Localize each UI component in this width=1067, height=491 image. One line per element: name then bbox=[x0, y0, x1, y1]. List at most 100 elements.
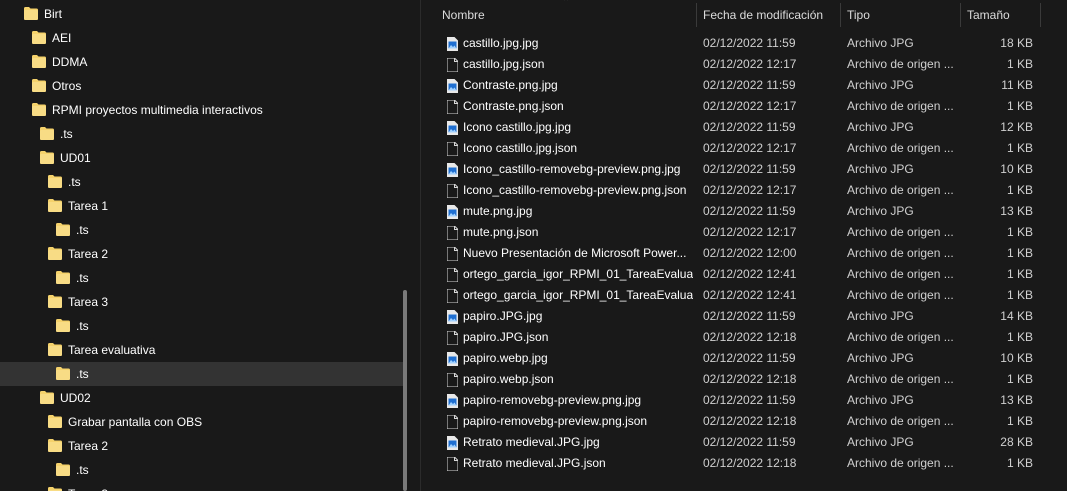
folder-icon bbox=[40, 151, 54, 164]
json-file-icon bbox=[446, 225, 459, 241]
folder-icon bbox=[56, 463, 70, 476]
file-row[interactable]: Retrato medieval.JPG.json 02/12/2022 12:1… bbox=[421, 453, 1067, 474]
tree-item[interactable]: Tarea 2 bbox=[0, 242, 404, 266]
tree-item[interactable]: UD02 bbox=[0, 386, 404, 410]
folder-icon bbox=[48, 175, 62, 188]
tree-item[interactable]: .ts bbox=[0, 170, 404, 194]
column-header-date-label: Fecha de modificación bbox=[703, 8, 824, 22]
file-name: mute.png.jpg bbox=[463, 204, 533, 218]
file-date: 02/12/2022 12:17 bbox=[703, 141, 797, 155]
file-row[interactable]: castillo.jpg.jpg 02/12/2022 11:59 Archivo … bbox=[421, 33, 1067, 54]
file-name: Icono castillo.jpg.jpg bbox=[463, 120, 572, 134]
file-size: 13 KB bbox=[1000, 204, 1033, 218]
file-row[interactable]: papiro.JPG.jpg 02/12/2022 11:59 Archivo JP… bbox=[421, 306, 1067, 327]
column-header-name[interactable]: Nombre bbox=[442, 0, 694, 30]
column-separator[interactable] bbox=[840, 3, 841, 27]
file-size: 1 KB bbox=[1006, 57, 1033, 71]
tree-item[interactable]: .ts bbox=[0, 266, 404, 290]
tree-item-label: .ts bbox=[68, 175, 81, 189]
file-type: Archivo de origen ... bbox=[847, 456, 954, 470]
file-row[interactable]: Icono castillo.jpg.json 02/12/2022 12:17 A… bbox=[421, 138, 1067, 159]
tree-item[interactable]: Grabar pantalla con OBS bbox=[0, 410, 404, 434]
file-row[interactable]: ortego_garcia_igor_RPMI_01_TareaEvalua..… bbox=[421, 285, 1067, 306]
column-header-size[interactable]: Tamaño bbox=[967, 0, 1037, 30]
image-file-icon bbox=[447, 121, 458, 135]
tree-item-label: DDMA bbox=[52, 55, 88, 69]
file-name: mute.png.json bbox=[463, 225, 539, 239]
tree-item-label: .ts bbox=[76, 319, 89, 333]
image-file-icon bbox=[447, 205, 458, 219]
file-type: Archivo de origen ... bbox=[847, 246, 954, 260]
file-row[interactable]: ortego_garcia_igor_RPMI_01_TareaEvalua..… bbox=[421, 264, 1067, 285]
file-name: papiro.webp.jpg bbox=[463, 351, 548, 365]
tree-item[interactable]: Birt bbox=[0, 2, 404, 26]
tree-item[interactable]: Otros bbox=[0, 74, 404, 98]
file-name: Icono_castillo-removebg-preview.png.json bbox=[463, 183, 687, 197]
file-date: 02/12/2022 11:59 bbox=[703, 78, 796, 92]
tree-item[interactable]: AEI bbox=[0, 26, 404, 50]
column-separator[interactable] bbox=[696, 3, 697, 27]
tree-item[interactable]: .ts bbox=[0, 362, 404, 386]
tree-item[interactable]: .ts bbox=[0, 314, 404, 338]
tree-item[interactable]: UD01 bbox=[0, 146, 404, 170]
tree-item[interactable]: Tarea 2 bbox=[0, 434, 404, 458]
file-row[interactable]: papiro-removebg-preview.png.jpg 02/12/202… bbox=[421, 390, 1067, 411]
file-date: 02/12/2022 12:41 bbox=[703, 288, 797, 302]
folder-icon bbox=[48, 295, 62, 308]
file-size: 1 KB bbox=[1006, 414, 1033, 428]
folder-icon bbox=[48, 247, 62, 260]
file-row[interactable]: mute.png.jpg 02/12/2022 11:59 Archivo JPG 1… bbox=[421, 201, 1067, 222]
file-date: 02/12/2022 12:17 bbox=[703, 183, 797, 197]
navigation-pane: Birt AEI DDMA Otros RPMI proyectos multimedi… bbox=[0, 0, 420, 491]
file-row[interactable]: Nuevo Presentación de Microsoft Power...… bbox=[421, 243, 1067, 264]
tree-item-label: Tarea 2 bbox=[68, 247, 109, 261]
tree-item[interactable]: Tarea 3 bbox=[0, 482, 404, 491]
file-row[interactable]: Icono castillo.jpg.jpg 02/12/2022 11:59 Ar… bbox=[421, 117, 1067, 138]
json-file-icon bbox=[446, 330, 459, 346]
file-row[interactable]: Icono_castillo-removebg-preview.png.jpg 0… bbox=[421, 159, 1067, 180]
file-row[interactable]: Contraste.png.json 02/12/2022 12:17 Archiv… bbox=[421, 96, 1067, 117]
tree-item[interactable]: Tarea evaluativa bbox=[0, 338, 404, 362]
tree-item-label: .ts bbox=[60, 127, 73, 141]
file-row[interactable]: papiro.webp.jpg 02/12/2022 11:59 Archivo J… bbox=[421, 348, 1067, 369]
tree-item[interactable]: Tarea 3 bbox=[0, 290, 404, 314]
tree-item[interactable]: RPMI proyectos multimedia interactivos bbox=[0, 98, 404, 122]
file-row[interactable]: mute.png.json 02/12/2022 12:17 Archivo de … bbox=[421, 222, 1067, 243]
image-file-icon bbox=[447, 79, 458, 93]
file-date: 02/12/2022 12:00 bbox=[703, 246, 797, 260]
file-name: Contraste.png.jpg bbox=[463, 78, 558, 92]
file-row[interactable]: Icono_castillo-removebg-preview.png.json… bbox=[421, 180, 1067, 201]
column-header-date[interactable]: Fecha de modificación bbox=[703, 0, 841, 30]
tree-item[interactable]: DDMA bbox=[0, 50, 404, 74]
file-date: 02/12/2022 12:17 bbox=[703, 225, 797, 239]
column-header-type[interactable]: Tipo bbox=[847, 0, 957, 30]
tree-item[interactable]: Tarea 1 bbox=[0, 194, 404, 218]
file-size: 1 KB bbox=[1006, 330, 1033, 344]
column-separator[interactable] bbox=[1040, 3, 1041, 27]
file-row[interactable]: papiro.JPG.json 02/12/2022 12:18 Archivo d… bbox=[421, 327, 1067, 348]
column-separator[interactable] bbox=[960, 3, 961, 27]
file-row[interactable]: papiro.webp.json 02/12/2022 12:18 Archivo … bbox=[421, 369, 1067, 390]
tree-item-label: Tarea 3 bbox=[68, 295, 109, 309]
json-file-icon bbox=[446, 414, 459, 430]
file-row[interactable]: Retrato medieval.JPG.jpg 02/12/2022 11:59… bbox=[421, 432, 1067, 453]
file-type: Archivo de origen ... bbox=[847, 330, 954, 344]
file-type: Archivo de origen ... bbox=[847, 141, 954, 155]
tree-item[interactable]: .ts bbox=[0, 122, 404, 146]
nav-scrollbar-thumb[interactable] bbox=[403, 290, 407, 491]
tree-item[interactable]: .ts bbox=[0, 218, 404, 242]
file-date: 02/12/2022 11:59 bbox=[703, 36, 796, 50]
file-size: 1 KB bbox=[1006, 99, 1033, 113]
tree-item-label: .ts bbox=[76, 463, 89, 477]
folder-icon bbox=[32, 103, 46, 116]
file-row[interactable]: castillo.jpg.json 02/12/2022 12:17 Archivo… bbox=[421, 54, 1067, 75]
tree-item-label: Otros bbox=[52, 79, 82, 93]
file-row[interactable]: Contraste.png.jpg 02/12/2022 11:59 Archivo… bbox=[421, 75, 1067, 96]
tree-item-label: Tarea 3 bbox=[68, 487, 108, 491]
file-type: Archivo JPG bbox=[847, 393, 914, 407]
file-type: Archivo JPG bbox=[847, 435, 914, 449]
file-row[interactable]: papiro-removebg-preview.png.json 02/12/20… bbox=[421, 411, 1067, 432]
tree-item[interactable]: .ts bbox=[0, 458, 404, 482]
file-type: Archivo de origen ... bbox=[847, 57, 954, 71]
file-size: 1 KB bbox=[1006, 246, 1033, 260]
